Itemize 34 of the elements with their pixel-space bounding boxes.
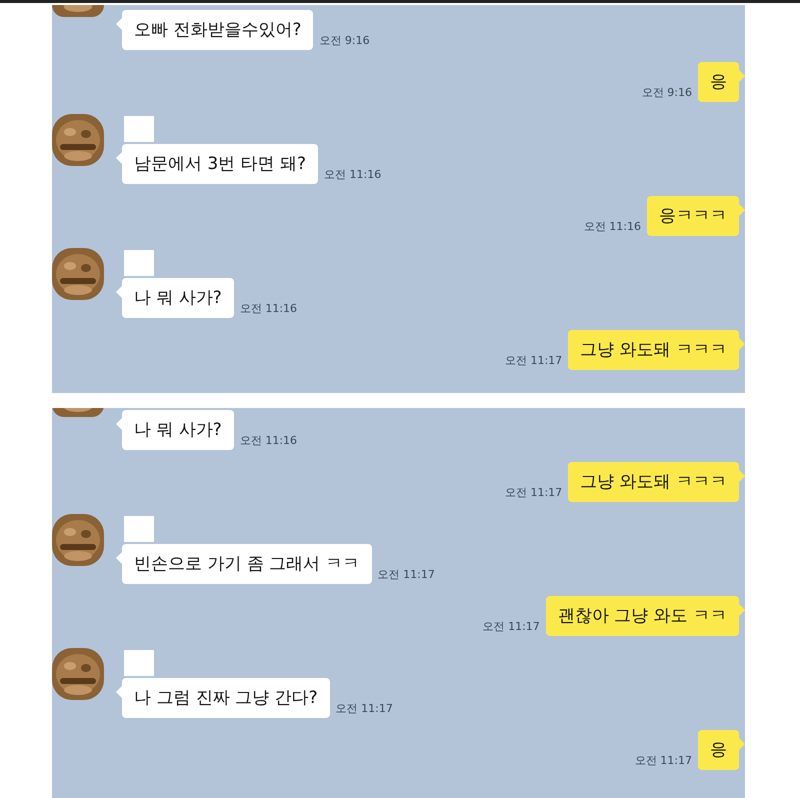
message-bubble: 오빠 전화받을수있어?	[122, 10, 314, 50]
message-time: 오전 9:16	[642, 85, 692, 100]
bubble-tail	[739, 204, 745, 216]
message-bubble: 나 뭐 사가?	[122, 410, 234, 450]
redaction-box	[124, 250, 154, 276]
bubble-tail	[739, 470, 745, 482]
message-time: 오전 11:17	[634, 753, 692, 768]
redaction-box	[124, 516, 154, 542]
message-bubble: 빈손으로 가기 좀 그래서 ㅋㅋ	[122, 544, 372, 584]
bubble-tail	[739, 338, 745, 350]
message-bubble: 그냥 와도돼 ㅋㅋㅋ	[568, 330, 739, 370]
bubble-tail	[739, 738, 745, 750]
message-time: 오전 11:17	[504, 485, 562, 500]
message-bubble: 응	[698, 730, 739, 770]
message-time: 오전 11:16	[324, 167, 382, 182]
message-bubble: 그냥 와도돼 ㅋㅋㅋ	[568, 462, 739, 502]
bubble-tail	[739, 70, 745, 82]
message-time: 오전 11:17	[482, 619, 540, 634]
message-bubble: 남문에서 3번 타면 돼?	[122, 144, 318, 184]
message-bubble: 나 그럼 진짜 그냥 간다?	[122, 678, 330, 718]
message-time: 오전 9:16	[319, 33, 370, 48]
redaction-box	[124, 116, 154, 142]
message-time: 오전 11:17	[378, 567, 435, 582]
message-time: 오전 11:17	[336, 701, 393, 716]
message-time: 오전 11:16	[240, 301, 298, 316]
message-bubble: 응ㅋㅋㅋ	[647, 196, 739, 236]
message-time: 오전 11:16	[240, 433, 298, 448]
message-bubble: 나 뭐 사가?	[122, 278, 234, 318]
message-time: 오전 11:16	[584, 219, 641, 234]
redaction-box	[124, 650, 154, 676]
message-bubble: 괜찮아 그냥 와도 ㅋㅋ	[546, 596, 739, 636]
message-time: 오전 11:17	[504, 353, 562, 368]
message-bubble: 응	[698, 62, 739, 102]
bubble-tail	[739, 604, 745, 616]
